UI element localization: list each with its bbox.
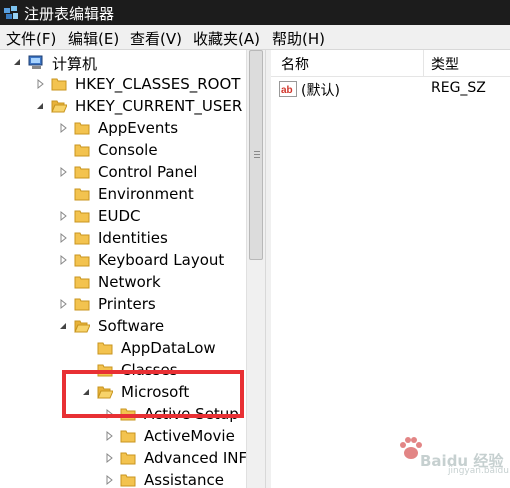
menu-bar: 文件(F) 编辑(E) 查看(V) 收藏夹(A) 帮助(H)	[0, 25, 510, 50]
folder-icon	[120, 430, 136, 443]
column-header-name[interactable]: 名称	[281, 54, 309, 74]
value-row[interactable]: ab (默认) REG_SZ	[271, 78, 510, 100]
tree-node[interactable]: ActiveMovie	[0, 425, 246, 447]
tree-node[interactable]: Advanced INF	[0, 447, 248, 469]
tree-node[interactable]: AppDataLow	[0, 337, 246, 359]
tree-node[interactable]: Control Panel	[0, 161, 246, 183]
menu-help[interactable]: 帮助(H)	[272, 28, 325, 49]
collapsed-arrow-icon[interactable]	[104, 430, 114, 442]
menu-view[interactable]: 查看(V)	[130, 28, 182, 49]
tree-label: Printers	[98, 295, 156, 313]
tree-node[interactable]: Environment	[0, 183, 246, 205]
tree-node[interactable]: Network	[0, 271, 246, 293]
collapsed-arrow-icon[interactable]	[58, 166, 68, 178]
folder-icon	[74, 276, 90, 289]
folder-icon	[74, 254, 90, 267]
folder-icon	[120, 452, 136, 465]
tree-node[interactable]: Keyboard Layout	[0, 249, 246, 271]
folder-icon	[120, 408, 136, 421]
collapsed-arrow-icon[interactable]	[58, 298, 68, 310]
registry-editor-icon	[4, 6, 18, 19]
tree-node[interactable]: AppEvents	[0, 117, 246, 139]
tree-node[interactable]: Identities	[0, 227, 246, 249]
tree-label: AppEvents	[98, 119, 179, 137]
tree-node[interactable]: Console	[0, 139, 246, 161]
registry-tree[interactable]: 计算机 HKEY_CLASSES_ROOT HKEY_CURRENT_USER …	[0, 50, 265, 488]
tree-label: Active Setup	[144, 405, 239, 423]
tree-label: Classes	[121, 361, 178, 379]
tree-label: Console	[98, 141, 158, 159]
tree-node[interactable]: Classes	[0, 359, 246, 381]
tree-label: Network	[98, 273, 161, 291]
folder-icon	[74, 144, 90, 157]
folder-icon	[97, 342, 113, 355]
title-bar: 注册表编辑器	[0, 0, 510, 25]
watermark-sub: jingyan.baidu.com	[448, 466, 510, 476]
collapsed-arrow-icon[interactable]	[104, 452, 114, 464]
string-value-icon: ab	[279, 81, 297, 97]
folder-icon	[51, 78, 67, 91]
folder-icon	[74, 298, 90, 311]
tree-node[interactable]: Assistance	[0, 469, 246, 488]
collapsed-arrow-icon[interactable]	[58, 254, 68, 266]
values-list[interactable]: 名称 类型 ab (默认) REG_SZ	[271, 50, 510, 488]
tree-label: Keyboard Layout	[98, 251, 225, 269]
tree-label: Software	[98, 317, 165, 335]
tree-label: HKEY_CURRENT_USER	[75, 97, 243, 115]
expanded-arrow-icon[interactable]	[35, 100, 45, 112]
tree-node[interactable]: EUDC	[0, 205, 246, 227]
open-folder-icon	[74, 320, 90, 333]
tree-label: Advanced INF	[144, 449, 248, 467]
tree-label: AppDataLow	[121, 339, 216, 357]
collapsed-arrow-icon[interactable]	[58, 122, 68, 134]
window-title: 注册表编辑器	[24, 5, 115, 23]
folder-icon	[74, 166, 90, 179]
expanded-arrow-icon[interactable]	[12, 56, 22, 68]
expanded-arrow-icon[interactable]	[58, 320, 68, 332]
folder-icon	[120, 474, 136, 487]
tree-label: Microsoft	[121, 383, 190, 401]
scrollbar-thumb[interactable]	[249, 50, 263, 260]
menu-favorites[interactable]: 收藏夹(A)	[193, 28, 260, 49]
folder-icon	[74, 232, 90, 245]
collapsed-arrow-icon[interactable]	[104, 408, 114, 420]
tree-node[interactable]: Software	[0, 315, 246, 337]
folder-icon	[97, 364, 113, 377]
computer-icon	[28, 55, 43, 69]
menu-edit[interactable]: 编辑(E)	[68, 28, 119, 49]
column-header-type[interactable]: 类型	[431, 54, 459, 74]
folder-icon	[74, 210, 90, 223]
menu-file[interactable]: 文件(F)	[6, 28, 56, 49]
open-folder-icon	[97, 386, 113, 399]
folder-icon	[74, 188, 90, 201]
baidu-watermark: Baidu 经验 jingyan.baidu.com	[398, 430, 510, 480]
tree-node[interactable]: Active Setup	[0, 403, 246, 425]
tree-label: Environment	[98, 185, 194, 203]
tree-node[interactable]: Printers	[0, 293, 246, 315]
tree-node[interactable]: HKEY_CURRENT_USER	[0, 95, 246, 117]
tree-node-microsoft[interactable]: Microsoft	[0, 381, 246, 403]
tree-label: EUDC	[98, 207, 141, 225]
expanded-arrow-icon[interactable]	[81, 386, 91, 398]
tree-node[interactable]: HKEY_CLASSES_ROOT	[0, 73, 246, 95]
collapsed-arrow-icon[interactable]	[58, 232, 68, 244]
tree-label: Assistance	[144, 471, 224, 488]
list-header: 名称 类型	[271, 50, 510, 77]
tree-label: 计算机	[52, 55, 98, 73]
collapsed-arrow-icon[interactable]	[58, 210, 68, 222]
tree-label: ActiveMovie	[144, 427, 235, 445]
tree-label: HKEY_CLASSES_ROOT	[75, 75, 241, 93]
collapsed-arrow-icon[interactable]	[35, 78, 45, 90]
value-name: (默认)	[301, 83, 340, 99]
tree-node-computer[interactable]: 计算机	[0, 51, 246, 73]
open-folder-icon	[51, 100, 67, 113]
value-type: REG_SZ	[431, 80, 486, 96]
collapsed-arrow-icon[interactable]	[104, 474, 114, 486]
tree-label: Control Panel	[98, 163, 198, 181]
folder-icon	[74, 122, 90, 135]
svg-text:ab: ab	[281, 85, 293, 96]
tree-label: Identities	[98, 229, 168, 247]
tree-scrollbar[interactable]	[246, 50, 266, 488]
